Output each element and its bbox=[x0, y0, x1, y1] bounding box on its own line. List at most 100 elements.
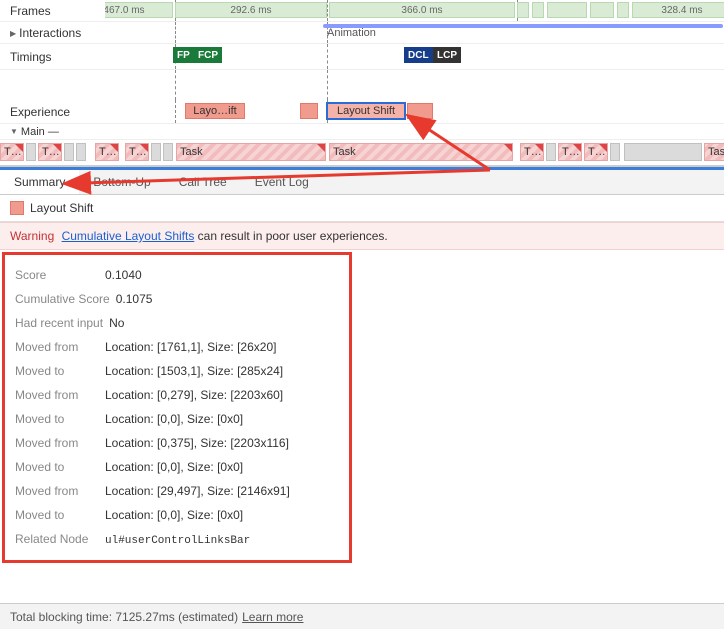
tab-event-log[interactable]: Event Log bbox=[241, 170, 323, 194]
tab-summary[interactable]: Summary bbox=[0, 170, 79, 194]
detail-row: Had recent inputNo bbox=[15, 311, 339, 335]
layout-shift-block-small[interactable] bbox=[300, 103, 318, 119]
fp-badge[interactable]: FP bbox=[173, 47, 194, 63]
frame-block[interactable] bbox=[532, 2, 544, 18]
layout-shift-block[interactable]: Layo…ift bbox=[185, 103, 245, 119]
details-tabs: Summary Bottom-Up Call Tree Event Log bbox=[0, 167, 724, 195]
long-task-icon bbox=[140, 144, 148, 152]
task-block[interactable]: T… bbox=[0, 143, 24, 161]
detail-value: 0.1040 bbox=[105, 268, 142, 282]
task-block[interactable] bbox=[26, 143, 36, 161]
long-task-icon bbox=[53, 144, 61, 152]
experience-track[interactable]: Layo…ift Layout Shift bbox=[105, 100, 724, 123]
task-block[interactable]: T… bbox=[558, 143, 582, 161]
detail-value: Location: [0,0], Size: [0x0] bbox=[105, 412, 243, 426]
long-task-icon bbox=[110, 144, 118, 152]
detail-key: Cumulative Score bbox=[15, 292, 116, 306]
experience-label: Experience bbox=[0, 105, 105, 119]
time-marker bbox=[327, 70, 328, 100]
detail-row: Moved toLocation: [0,0], Size: [0x0] bbox=[15, 503, 339, 527]
frame-block[interactable] bbox=[547, 2, 587, 18]
detail-value: Location: [0,0], Size: [0x0] bbox=[105, 508, 243, 522]
task-block[interactable] bbox=[76, 143, 86, 161]
summary-details: Score0.1040 Cumulative Score0.1075 Had rec… bbox=[2, 252, 352, 563]
frame-block[interactable]: 467.0 ms bbox=[105, 2, 173, 18]
timings-track[interactable]: FP FCP DCL LCP bbox=[105, 44, 724, 69]
detail-key: Moved to bbox=[15, 412, 105, 426]
learn-more-link[interactable]: Learn more bbox=[242, 610, 303, 624]
detail-row: Related Nodeul#userControlLinksBar bbox=[15, 527, 339, 552]
detail-key: Score bbox=[15, 268, 105, 282]
detail-value: Location: [29,497], Size: [2146x91] bbox=[105, 484, 290, 498]
interactions-track[interactable]: Animation bbox=[105, 22, 724, 43]
experience-row: Experience Layo…ift Layout Shift bbox=[0, 100, 724, 124]
detail-key: Moved from bbox=[15, 340, 105, 354]
task-block[interactable]: Task bbox=[176, 143, 326, 161]
interaction-bar[interactable] bbox=[323, 24, 723, 28]
long-task-icon bbox=[15, 144, 23, 152]
layout-shift-block-small[interactable] bbox=[407, 103, 433, 119]
detail-row: Score0.1040 bbox=[15, 263, 339, 287]
timeline-panel: Frames 467.0 ms 292.6 ms 366.0 ms 328.4 … bbox=[0, 0, 724, 167]
main-header-row[interactable]: Main — bbox=[0, 124, 724, 140]
fcp-badge[interactable]: FCP bbox=[194, 47, 222, 63]
time-marker bbox=[327, 44, 328, 69]
detail-row: Moved toLocation: [0,0], Size: [0x0] bbox=[15, 455, 339, 479]
task-block[interactable]: T… bbox=[520, 143, 544, 161]
long-task-icon bbox=[504, 144, 512, 152]
related-node-value[interactable]: ul#userControlLinksBar bbox=[105, 532, 250, 547]
task-block[interactable]: Task bbox=[704, 143, 724, 161]
task-block[interactable]: T… bbox=[95, 143, 119, 161]
frame-block[interactable] bbox=[590, 2, 614, 18]
task-block[interactable]: Task bbox=[624, 143, 702, 161]
detail-value: Location: [0,279], Size: [2203x60] bbox=[105, 388, 283, 402]
detail-key: Moved to bbox=[15, 460, 105, 474]
frame-block[interactable] bbox=[617, 2, 629, 18]
tab-call-tree[interactable]: Call Tree bbox=[165, 170, 241, 194]
long-task-icon bbox=[573, 144, 581, 152]
layout-shift-block-selected[interactable]: Layout Shift bbox=[327, 103, 405, 119]
time-marker bbox=[175, 22, 176, 43]
frame-block[interactable]: 328.4 ms bbox=[632, 2, 724, 18]
time-marker bbox=[175, 100, 176, 123]
frame-block[interactable] bbox=[517, 2, 529, 18]
frames-track[interactable]: 467.0 ms 292.6 ms 366.0 ms 328.4 ms bbox=[105, 0, 724, 21]
warning-label: Warning bbox=[10, 229, 54, 243]
long-task-icon bbox=[535, 144, 543, 152]
task-block[interactable]: T… bbox=[125, 143, 149, 161]
frame-block[interactable]: 366.0 ms bbox=[329, 2, 515, 18]
main-thread-row[interactable]: T… T… T… T… Task Task T… T… T… Task Task bbox=[0, 140, 724, 166]
detail-row: Moved toLocation: [0,0], Size: [0x0] bbox=[15, 407, 339, 431]
detail-value: Location: [1761,1], Size: [26x20] bbox=[105, 340, 276, 354]
dcl-badge[interactable]: DCL bbox=[404, 47, 433, 63]
detail-row: Moved fromLocation: [0,375], Size: [2203… bbox=[15, 431, 339, 455]
detail-value: Location: [0,375], Size: [2203x116] bbox=[105, 436, 289, 450]
detail-key: Related Node bbox=[15, 532, 105, 547]
main-label[interactable]: Main — bbox=[0, 126, 105, 138]
interactions-row: Interactions Animation bbox=[0, 22, 724, 44]
task-block[interactable]: T… bbox=[584, 143, 608, 161]
task-block[interactable] bbox=[163, 143, 173, 161]
task-block[interactable]: T… bbox=[38, 143, 62, 161]
detail-value: 0.1075 bbox=[116, 292, 153, 306]
detail-value: Location: [0,0], Size: [0x0] bbox=[105, 460, 243, 474]
detail-row: Moved fromLocation: [29,497], Size: [214… bbox=[15, 479, 339, 503]
task-block[interactable] bbox=[546, 143, 556, 161]
cls-link[interactable]: Cumulative Layout Shifts bbox=[62, 229, 195, 243]
detail-key: Had recent input bbox=[15, 316, 109, 330]
long-task-icon bbox=[317, 144, 325, 152]
spacer-row bbox=[0, 70, 724, 100]
time-marker bbox=[175, 70, 176, 100]
frame-block[interactable]: 292.6 ms bbox=[175, 2, 327, 18]
detail-row: Moved toLocation: [1503,1], Size: [285x2… bbox=[15, 359, 339, 383]
task-block[interactable] bbox=[610, 143, 620, 161]
task-block[interactable] bbox=[151, 143, 161, 161]
lcp-badge[interactable]: LCP bbox=[433, 47, 461, 63]
task-block[interactable] bbox=[64, 143, 74, 161]
detail-value: No bbox=[109, 316, 124, 330]
task-block[interactable]: Task bbox=[329, 143, 513, 161]
interactions-label[interactable]: Interactions bbox=[0, 26, 105, 40]
summary-title: Layout Shift bbox=[30, 201, 93, 215]
tab-bottom-up[interactable]: Bottom-Up bbox=[79, 170, 164, 194]
detail-row: Moved fromLocation: [0,279], Size: [2203… bbox=[15, 383, 339, 407]
